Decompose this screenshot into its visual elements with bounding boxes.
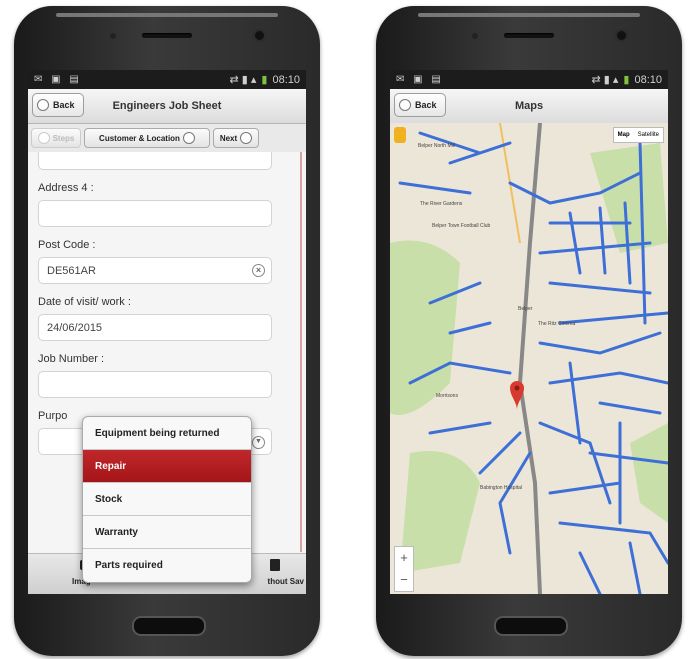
- save-icon[interactable]: [270, 559, 280, 571]
- postcode-label: Post Code :: [38, 239, 96, 251]
- app-header: Back Maps: [390, 89, 668, 124]
- next-step-label: Next: [219, 133, 238, 143]
- form-edge: [300, 152, 302, 552]
- prev-step-button[interactable]: Steps: [31, 128, 81, 148]
- battery-icon: ▮: [261, 74, 268, 86]
- zoom-control: + −: [394, 546, 414, 592]
- map-label: The Ritz Cinema: [538, 321, 576, 327]
- address4-label: Address 4 :: [38, 182, 94, 194]
- right-screen: ✉ ▣ ▤ ⇄ ▮ ▴ ▮ 08:10 Back Maps Belper Nor…: [390, 70, 668, 594]
- map-label: The River Gardens: [420, 201, 463, 207]
- phone-speaker: [142, 33, 192, 38]
- phone-camera: [255, 31, 264, 40]
- menu-option[interactable]: Repair: [83, 450, 251, 483]
- date-field[interactable]: 24/06/2015: [38, 314, 272, 341]
- jobnumber-label: Job Number :: [38, 353, 105, 365]
- map-canvas: [390, 123, 668, 594]
- current-step-label: Customer & Location: [99, 133, 180, 143]
- app-header: Back Engineers Job Sheet: [28, 89, 306, 124]
- back-button-label: Back: [53, 100, 75, 110]
- date-label: Date of visit/ work :: [38, 296, 131, 308]
- status-time: 08:10: [634, 73, 662, 86]
- jobnumber-field[interactable]: [38, 371, 272, 398]
- status-bar: ✉ ▣ ▤ ⇄ ▮ ▴ ▮ 08:10: [390, 70, 668, 89]
- prev-arrow-icon: [37, 132, 50, 144]
- prev-step-label: Steps: [52, 133, 75, 143]
- map-label: Belper Town Football Club: [432, 223, 491, 229]
- zoom-in-button[interactable]: +: [395, 547, 413, 569]
- zoom-out-button[interactable]: −: [395, 569, 413, 591]
- map-type-satellite-button[interactable]: Satellite: [634, 128, 663, 142]
- back-button[interactable]: Back: [394, 93, 446, 117]
- phone-sensor: [472, 33, 478, 39]
- map-label: Belper North Mill: [418, 143, 455, 149]
- phone-top-edge: [418, 13, 640, 17]
- map-type-map-button[interactable]: Map: [614, 128, 634, 142]
- next-arrow-icon: [240, 132, 253, 144]
- current-step-button[interactable]: Customer & Location: [84, 128, 210, 148]
- status-bar: ✉ ▣ ▤ ⇄ ▮ ▴ ▮ 08:10: [28, 70, 306, 89]
- chevron-down-icon: ▼: [252, 436, 265, 449]
- map-type-control: Map Satellite: [612, 127, 664, 143]
- home-button[interactable]: [494, 616, 568, 636]
- menu-option[interactable]: Equipment being returned: [83, 417, 251, 450]
- home-button[interactable]: [132, 616, 206, 636]
- map-label: Morrisons: [436, 393, 458, 399]
- phone-speaker: [504, 33, 554, 38]
- back-button-label: Back: [415, 100, 437, 110]
- phone-sensor: [110, 33, 116, 39]
- back-button[interactable]: Back: [32, 93, 84, 117]
- menu-option[interactable]: Warranty: [83, 516, 251, 549]
- phone-camera: [617, 31, 626, 40]
- wizard-nav: Steps Customer & Location Next: [28, 124, 306, 153]
- status-time: 08:10: [272, 73, 300, 86]
- map-label: Babington Hospital: [480, 485, 522, 491]
- postcode-field[interactable]: DE561AR ×: [38, 257, 272, 284]
- status-left-icons: ✉ ▣ ▤: [34, 74, 82, 85]
- phone-top-edge: [56, 13, 278, 17]
- menu-option[interactable]: Stock: [83, 483, 251, 516]
- address4-field[interactable]: [38, 200, 272, 227]
- clear-icon[interactable]: ×: [252, 264, 265, 277]
- signal-icons: ⇄ ▮ ▴: [591, 74, 619, 86]
- exit-without-save-label[interactable]: thout Sav: [268, 577, 304, 586]
- date-value: 24/06/2015: [47, 321, 103, 334]
- pegman-icon[interactable]: [394, 127, 406, 143]
- back-arrow-icon: [399, 99, 411, 111]
- signal-icons: ⇄ ▮ ▴: [229, 74, 257, 86]
- status-left-icons: ✉ ▣ ▤: [396, 74, 444, 85]
- back-arrow-icon: [37, 99, 49, 111]
- purpose-options-menu: Equipment being returned Repair Stock Warra…: [82, 416, 252, 583]
- map-label: Belper: [518, 306, 533, 312]
- next-step-button[interactable]: Next: [213, 128, 259, 148]
- map-view[interactable]: Belper North Mill The River Gardens Belp…: [390, 123, 668, 594]
- menu-option[interactable]: Parts required: [83, 549, 251, 582]
- right-phone: ✉ ▣ ▤ ⇄ ▮ ▴ ▮ 08:10 Back Maps Belper Nor…: [376, 6, 682, 656]
- battery-icon: ▮: [623, 74, 630, 86]
- chevron-down-icon: [182, 132, 195, 144]
- postcode-value: DE561AR: [47, 264, 96, 277]
- address3-field[interactable]: [38, 152, 272, 170]
